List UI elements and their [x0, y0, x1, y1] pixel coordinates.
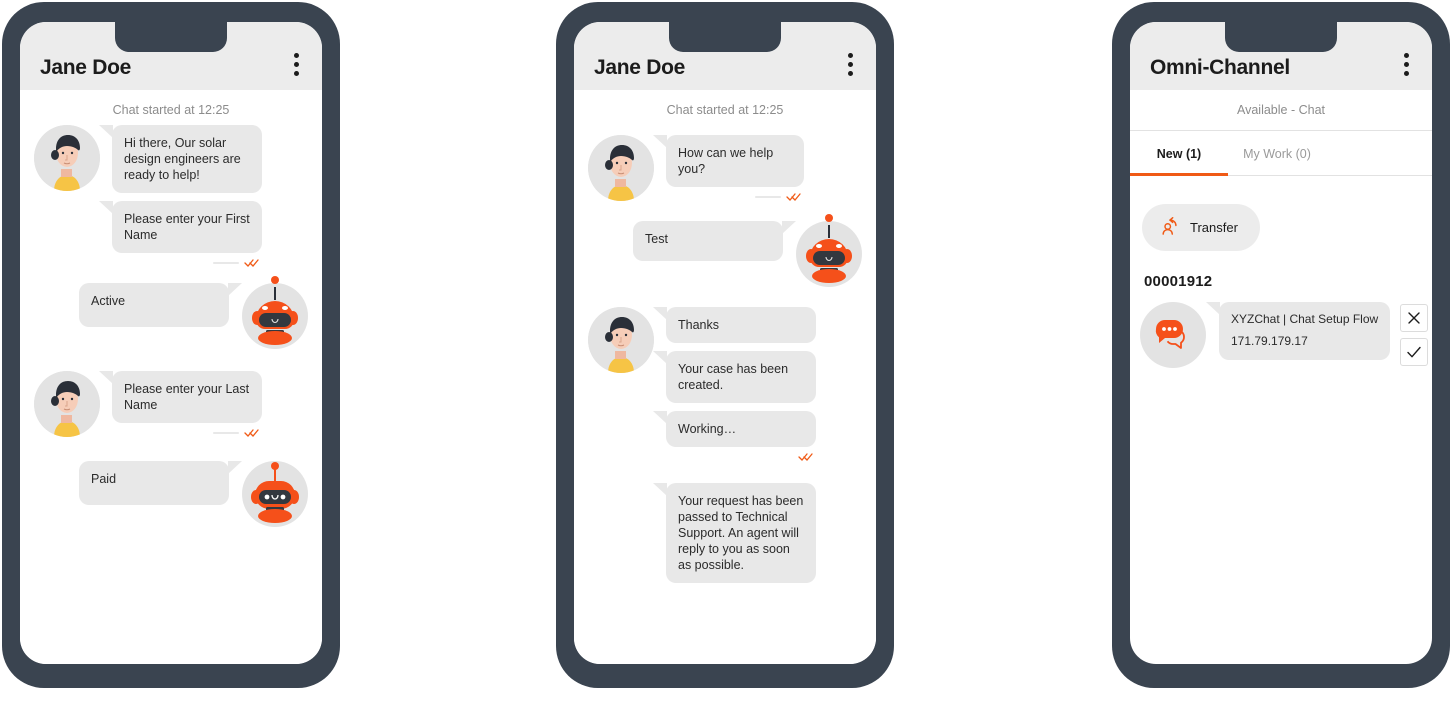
- transfer-person-icon: [1160, 216, 1180, 239]
- chat-bubble: Please enter your Last Name: [99, 371, 262, 423]
- page-title: Jane Doe: [594, 56, 685, 79]
- read-receipt: [112, 428, 260, 437]
- phone-3-notch: [1225, 22, 1337, 52]
- agent-woman-avatar: [588, 307, 654, 373]
- phone-1-screen: Jane Doe Chat started at 12:25 Hi there,…: [20, 22, 322, 664]
- chat-bubble: Hi there, Our solar design engineers are…: [99, 125, 262, 193]
- message-bubbles: Active: [79, 283, 242, 335]
- work-tabs: New (1) My Work (0): [1130, 131, 1432, 176]
- chat-bubble: Please enter your First Name: [99, 201, 262, 253]
- chat-bubble: Your case has been created.: [653, 351, 816, 403]
- phone-2-screen: Jane Doe Chat started at 12:25 How can w…: [574, 22, 876, 664]
- message-row: Thanks Your case has been created. Worki…: [588, 307, 862, 467]
- phone-2-chat-area: Chat started at 12:25 How can we help yo…: [574, 90, 876, 664]
- close-icon: [1408, 312, 1420, 324]
- message-bubbles: Your request has been passed to Technica…: [653, 483, 816, 591]
- message-bubbles: Hi there, Our solar design engineers are…: [99, 125, 262, 273]
- phone-1-notch: [115, 22, 227, 52]
- agent-woman-avatar: [34, 371, 100, 437]
- chat-bubble: Active: [79, 283, 242, 327]
- phone-2-frame: Jane Doe Chat started at 12:25 How can w…: [556, 2, 894, 688]
- check-icon: [1407, 346, 1421, 358]
- read-receipt: [666, 192, 802, 201]
- omni-channel-body: Available - Chat New (1) My Work (0) Tra…: [1130, 90, 1432, 368]
- agent-woman-avatar: [34, 125, 100, 191]
- phone-1-frame: Jane Doe Chat started at 12:25 Hi there,…: [2, 2, 340, 688]
- message-bubbles: Paid: [79, 461, 242, 513]
- chat-bubble: How can we help you?: [653, 135, 804, 187]
- read-receipt: [112, 258, 260, 267]
- kebab-menu-icon[interactable]: [1401, 49, 1412, 80]
- transfer-button[interactable]: Transfer: [1142, 204, 1260, 251]
- chat-bubble: Your request has been passed to Technica…: [653, 483, 816, 583]
- message-row: How can we help you?: [588, 135, 862, 207]
- message-row: Test: [588, 214, 862, 287]
- chat-started-label: Chat started at 12:25: [112, 103, 230, 117]
- page-title: Jane Doe: [40, 56, 131, 79]
- chat-started-label: Chat started at 12:25: [666, 103, 784, 117]
- message-bubbles: Test: [633, 221, 796, 269]
- bot-visor-avatar: [242, 276, 308, 349]
- agent-woman-avatar: [588, 135, 654, 201]
- chat-bubble: Thanks: [653, 307, 816, 343]
- chat-bubble: Paid: [79, 461, 242, 505]
- kebab-menu-icon[interactable]: [291, 49, 302, 80]
- chat-bubble: Working…: [653, 411, 816, 447]
- receipt-dash: [755, 195, 781, 198]
- availability-status: Available - Chat: [1130, 90, 1432, 131]
- message-bubbles: How can we help you?: [653, 135, 804, 207]
- receipt-dash: [213, 431, 239, 434]
- bot-face-avatar: [242, 461, 308, 527]
- phone-2-notch: [669, 22, 781, 52]
- tab-new[interactable]: New (1): [1130, 131, 1228, 175]
- message-row: Hi there, Our solar design engineers are…: [34, 125, 308, 273]
- decline-button[interactable]: [1400, 304, 1429, 332]
- phone-1-chat-area: Chat started at 12:25 Hi there, Our sola…: [20, 90, 322, 664]
- chat-bubbles-icon: [1140, 302, 1206, 368]
- work-item-title: XYZChat | Chat Setup Flow: [1231, 312, 1379, 326]
- message-row: Active: [34, 276, 308, 349]
- double-check-icon: [786, 193, 801, 201]
- read-receipt: [666, 452, 814, 461]
- message-row: Your request has been passed to Technica…: [588, 483, 862, 591]
- message-row: Please enter your Last Name: [34, 371, 308, 443]
- double-check-icon: [244, 429, 259, 437]
- page-title: Omni-Channel: [1150, 56, 1290, 79]
- work-item-id: 00001912: [1144, 273, 1213, 290]
- bot-visor-avatar: [796, 214, 862, 287]
- work-item-actions: [1400, 304, 1429, 366]
- message-row: Paid: [34, 461, 308, 527]
- transfer-button-label: Transfer: [1190, 220, 1238, 235]
- phones-mockup-stage: Jane Doe Chat started at 12:25 Hi there,…: [0, 0, 1451, 701]
- work-item-ip: 171.79.179.17: [1231, 333, 1308, 348]
- double-check-icon: [798, 453, 813, 461]
- message-bubbles: Thanks Your case has been created. Worki…: [653, 307, 816, 467]
- tab-my-work[interactable]: My Work (0): [1228, 131, 1326, 175]
- work-item-card[interactable]: XYZChat | Chat Setup Flow 171.79.179.17: [1205, 302, 1391, 360]
- kebab-menu-icon[interactable]: [845, 49, 856, 80]
- work-item-row: XYZChat | Chat Setup Flow 171.79.179.17: [1140, 302, 1432, 368]
- double-check-icon: [244, 259, 259, 267]
- receipt-dash: [213, 261, 239, 264]
- phone-3-screen: Omni-Channel Available - Chat New (1) My…: [1130, 22, 1432, 664]
- accept-button[interactable]: [1400, 338, 1429, 366]
- message-bubbles: Please enter your Last Name: [99, 371, 262, 443]
- phone-3-frame: Omni-Channel Available - Chat New (1) My…: [1112, 2, 1450, 688]
- chat-bubble: Test: [633, 221, 796, 261]
